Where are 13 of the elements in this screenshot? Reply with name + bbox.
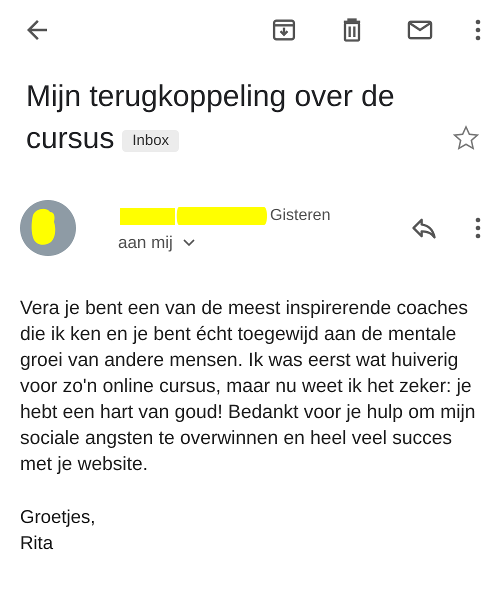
email-closing: Groetjes, [20, 505, 96, 529]
more-icon[interactable] [474, 18, 482, 42]
inbox-label[interactable]: Inbox [122, 130, 180, 152]
chevron-down-icon [182, 239, 195, 247]
email-body: Vera je bent een van de meest inspirerende coaches die ik ken en je bent écht toegewijd aan de mentale groei van andere mensen. Ik was eerst wat huiverig voor zo'n online cursus, maar nu weet ik het zeker: je hebt een hart van goud! Bedankt voor je hulp om mijn sociale angsten te overwinnen en heel veel succes met je website. [20, 297, 476, 477]
avatar [20, 200, 76, 256]
more-icon[interactable] [474, 216, 482, 240]
star-icon[interactable] [452, 124, 480, 152]
email-subject: cursus [26, 121, 114, 157]
email-subject: Mijn terugkoppeling over de [26, 79, 395, 115]
email-date: Gisteren [270, 207, 330, 225]
email-signature: Rita [20, 531, 54, 555]
recipient-toggle[interactable]: aan mij [118, 233, 195, 253]
